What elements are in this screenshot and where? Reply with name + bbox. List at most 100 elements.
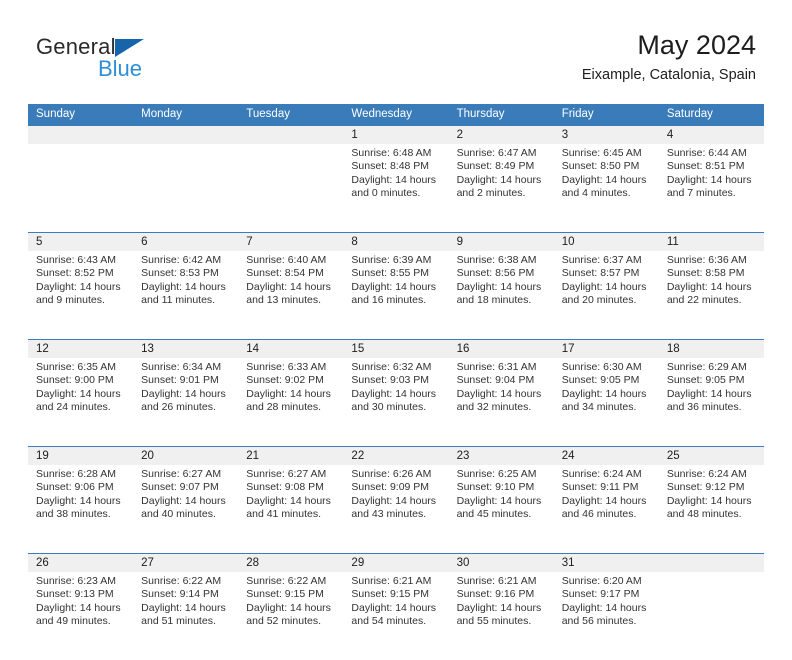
- day-cell[interactable]: Sunrise: 6:22 AM Sunset: 9:15 PM Dayligh…: [238, 572, 344, 660]
- daylight-text-line1: Daylight: 14 hours: [36, 387, 121, 400]
- day-details: Sunrise: 6:22 AM Sunset: 9:15 PM Dayligh…: [238, 572, 343, 629]
- day-details: Sunrise: 6:23 AM Sunset: 9:13 PM Dayligh…: [28, 572, 133, 629]
- day-cell[interactable]: Sunrise: 6:43 AM Sunset: 8:52 PM Dayligh…: [28, 251, 134, 339]
- day-cell[interactable]: Sunrise: 6:22 AM Sunset: 9:14 PM Dayligh…: [133, 572, 239, 660]
- general-blue-logo[interactable]: General Blue: [36, 34, 236, 90]
- sunset-text: Sunset: 9:16 PM: [456, 588, 535, 601]
- day-cell[interactable]: Sunrise: 6:47 AM Sunset: 8:49 PM Dayligh…: [448, 144, 554, 232]
- day-number: 25: [666, 450, 680, 462]
- daylight-text-line1: Daylight: 14 hours: [561, 173, 647, 186]
- day-details: Sunrise: 6:28 AM Sunset: 9:06 PM Dayligh…: [28, 465, 133, 522]
- day-details: [28, 144, 133, 147]
- sunset-text: Sunset: 9:04 PM: [456, 374, 535, 387]
- day-details: Sunrise: 6:43 AM Sunset: 8:52 PM Dayligh…: [28, 251, 133, 308]
- week-detail-row: Sunrise: 6:48 AM Sunset: 8:48 PM Dayligh…: [28, 144, 764, 232]
- day-cell[interactable]: [658, 572, 764, 660]
- sunrise-text: Sunrise: 6:35 AM: [36, 361, 116, 373]
- sunset-text: Sunset: 9:01 PM: [141, 374, 219, 387]
- day-number: 19: [36, 450, 49, 462]
- daylight-text-line2: and 55 minutes.: [456, 615, 532, 628]
- day-details: Sunrise: 6:30 AM Sunset: 9:05 PM Dayligh…: [554, 358, 659, 415]
- day-cell[interactable]: Sunrise: 6:20 AM Sunset: 9:17 PM Dayligh…: [553, 572, 659, 660]
- day-cell[interactable]: [133, 144, 239, 232]
- day-number: 8: [351, 236, 358, 248]
- sunset-text: Sunset: 9:11 PM: [561, 481, 639, 494]
- day-number: 11: [666, 236, 679, 248]
- day-cell[interactable]: [238, 144, 344, 232]
- page-subtitle: Eixample, Catalonia, Spain: [581, 67, 756, 83]
- day-number: 29: [351, 557, 365, 569]
- daylight-text-line1: Daylight: 14 hours: [561, 494, 647, 507]
- day-cell[interactable]: Sunrise: 6:35 AM Sunset: 9:00 PM Dayligh…: [28, 358, 134, 446]
- weekday-thursday: Thursday: [456, 108, 505, 120]
- day-cell[interactable]: Sunrise: 6:34 AM Sunset: 9:01 PM Dayligh…: [133, 358, 239, 446]
- day-details: Sunrise: 6:35 AM Sunset: 9:00 PM Dayligh…: [28, 358, 133, 415]
- day-cell[interactable]: Sunrise: 6:31 AM Sunset: 9:04 PM Dayligh…: [448, 358, 554, 446]
- day-cell[interactable]: Sunrise: 6:27 AM Sunset: 9:08 PM Dayligh…: [238, 465, 344, 553]
- day-details: Sunrise: 6:22 AM Sunset: 9:14 PM Dayligh…: [133, 572, 238, 629]
- sunrise-text: Sunrise: 6:30 AM: [561, 361, 642, 373]
- day-cell[interactable]: Sunrise: 6:24 AM Sunset: 9:12 PM Dayligh…: [658, 465, 764, 553]
- daylight-text-line2: and 54 minutes.: [351, 615, 427, 628]
- calendar-week: 19 20 21 22 23 24 25 Sunrise: 6:28 AM Su…: [28, 446, 764, 553]
- sunrise-text: Sunrise: 6:23 AM: [36, 575, 116, 587]
- day-cell[interactable]: Sunrise: 6:30 AM Sunset: 9:05 PM Dayligh…: [553, 358, 659, 446]
- weekday-wednesday: Wednesday: [351, 108, 412, 120]
- logo-text-blue: Blue: [98, 56, 143, 81]
- day-cell[interactable]: Sunrise: 6:42 AM Sunset: 8:53 PM Dayligh…: [133, 251, 239, 339]
- day-cell[interactable]: Sunrise: 6:36 AM Sunset: 8:58 PM Dayligh…: [658, 251, 764, 339]
- day-number: 31: [561, 557, 575, 569]
- daylight-text-line2: and 28 minutes.: [246, 401, 321, 414]
- day-cell[interactable]: Sunrise: 6:29 AM Sunset: 9:05 PM Dayligh…: [658, 358, 764, 446]
- day-details: Sunrise: 6:42 AM Sunset: 8:53 PM Dayligh…: [133, 251, 238, 308]
- day-cell[interactable]: [28, 144, 134, 232]
- day-details: Sunrise: 6:45 AM Sunset: 8:50 PM Dayligh…: [554, 144, 659, 201]
- day-details: [659, 572, 764, 575]
- day-number: 23: [456, 450, 470, 462]
- sunrise-text: Sunrise: 6:25 AM: [456, 468, 537, 480]
- sunrise-text: Sunrise: 6:45 AM: [561, 147, 642, 159]
- day-cell[interactable]: Sunrise: 6:26 AM Sunset: 9:09 PM Dayligh…: [343, 465, 449, 553]
- day-number: 3: [561, 129, 569, 141]
- day-cell[interactable]: Sunrise: 6:25 AM Sunset: 9:10 PM Dayligh…: [448, 465, 554, 553]
- day-cell[interactable]: Sunrise: 6:44 AM Sunset: 8:51 PM Dayligh…: [658, 144, 764, 232]
- day-number: 12: [36, 343, 49, 355]
- day-cell[interactable]: Sunrise: 6:39 AM Sunset: 8:55 PM Dayligh…: [343, 251, 449, 339]
- day-details: Sunrise: 6:27 AM Sunset: 9:07 PM Dayligh…: [133, 465, 238, 522]
- daylight-text-line2: and 22 minutes.: [666, 294, 742, 307]
- day-cell[interactable]: Sunrise: 6:33 AM Sunset: 9:02 PM Dayligh…: [238, 358, 344, 446]
- day-number: 30: [456, 557, 470, 569]
- day-number: [133, 126, 238, 144]
- day-cell[interactable]: Sunrise: 6:23 AM Sunset: 9:13 PM Dayligh…: [28, 572, 134, 660]
- daylight-text-line1: Daylight: 14 hours: [246, 601, 331, 614]
- day-cell[interactable]: Sunrise: 6:21 AM Sunset: 9:15 PM Dayligh…: [343, 572, 449, 660]
- day-cell[interactable]: Sunrise: 6:32 AM Sunset: 9:03 PM Dayligh…: [343, 358, 449, 446]
- daylight-text-line1: Daylight: 14 hours: [666, 387, 752, 400]
- day-details: [133, 144, 238, 147]
- day-details: Sunrise: 6:47 AM Sunset: 8:49 PM Dayligh…: [449, 144, 554, 201]
- weekday-friday: Friday: [561, 108, 594, 120]
- daylight-text-line2: and 41 minutes.: [246, 508, 321, 521]
- day-cell[interactable]: Sunrise: 6:38 AM Sunset: 8:56 PM Dayligh…: [448, 251, 554, 339]
- daylight-text-line1: Daylight: 14 hours: [666, 173, 752, 186]
- calendar-grid: Sunday Monday Tuesday Wednesday Thursday…: [28, 104, 764, 660]
- day-cell[interactable]: Sunrise: 6:24 AM Sunset: 9:11 PM Dayligh…: [553, 465, 659, 553]
- day-cell[interactable]: Sunrise: 6:27 AM Sunset: 9:07 PM Dayligh…: [133, 465, 239, 553]
- daylight-text-line2: and 46 minutes.: [561, 508, 637, 521]
- day-number: [659, 554, 764, 572]
- day-number: 20: [141, 450, 154, 462]
- daylight-text-line2: and 34 minutes.: [561, 401, 637, 414]
- day-cell[interactable]: Sunrise: 6:37 AM Sunset: 8:57 PM Dayligh…: [553, 251, 659, 339]
- day-details: Sunrise: 6:24 AM Sunset: 9:12 PM Dayligh…: [659, 465, 764, 522]
- day-cell[interactable]: Sunrise: 6:45 AM Sunset: 8:50 PM Dayligh…: [553, 144, 659, 232]
- daylight-text-line1: Daylight: 14 hours: [456, 280, 542, 293]
- daylight-text-line2: and 9 minutes.: [36, 294, 105, 307]
- day-cell[interactable]: Sunrise: 6:21 AM Sunset: 9:16 PM Dayligh…: [448, 572, 554, 660]
- day-cell[interactable]: Sunrise: 6:48 AM Sunset: 8:48 PM Dayligh…: [343, 144, 449, 232]
- day-cell[interactable]: Sunrise: 6:28 AM Sunset: 9:06 PM Dayligh…: [28, 465, 134, 553]
- day-number: [238, 126, 343, 144]
- sunset-text: Sunset: 8:51 PM: [666, 160, 745, 173]
- daylight-text-line1: Daylight: 14 hours: [246, 387, 331, 400]
- day-number: 16: [456, 343, 470, 355]
- day-cell[interactable]: Sunrise: 6:40 AM Sunset: 8:54 PM Dayligh…: [238, 251, 344, 339]
